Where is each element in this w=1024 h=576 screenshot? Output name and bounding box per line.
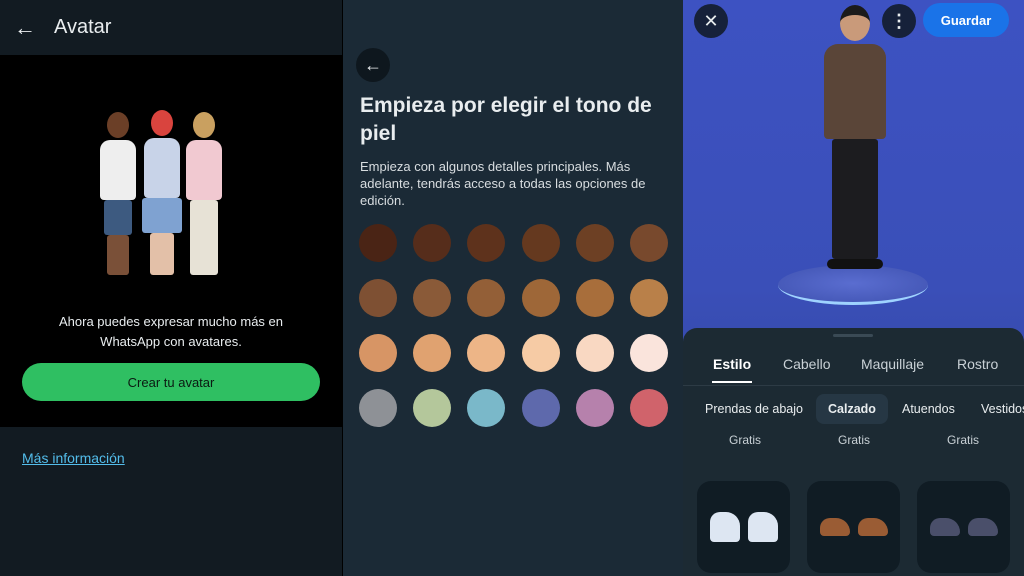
tab-maquillaje[interactable]: Maquillaje	[861, 356, 924, 372]
more-vertical-icon[interactable]: ⋮	[882, 4, 916, 38]
header: ← Avatar	[0, 0, 342, 55]
close-icon[interactable]: ✕	[694, 4, 728, 38]
skin-tone-swatch[interactable]	[467, 334, 506, 372]
skin-tone-swatch[interactable]	[359, 334, 397, 372]
socks-sandals-icon	[747, 512, 778, 542]
skin-tone-grid	[359, 224, 668, 427]
skin-tone-swatch[interactable]	[413, 224, 452, 262]
skin-tone-swatch[interactable]	[359, 224, 397, 262]
page-title: Empieza por elegir el tono de piel	[360, 94, 652, 145]
save-button[interactable]: Guardar	[923, 3, 1009, 37]
editor-sheet: Estilo Cabello Maquillaje Rostro Prendas…	[683, 328, 1024, 576]
skin-tone-swatch[interactable]	[629, 279, 668, 317]
item-card[interactable]	[697, 481, 790, 573]
sneakers-icon	[929, 518, 960, 536]
skin-tone-swatch[interactable]	[575, 389, 614, 427]
subtitle: Empieza con algunos detalles principales…	[360, 159, 646, 208]
brown-shoes-icon	[857, 518, 888, 536]
skin-tone-swatch[interactable]	[521, 224, 560, 262]
skin-tone-swatch[interactable]	[413, 389, 452, 427]
skin-tone-swatch[interactable]	[575, 224, 614, 262]
intro-message: Ahora puedes expresar mucho más en Whats…	[58, 314, 283, 349]
price-label: Gratis	[946, 433, 979, 447]
skin-tone-swatch[interactable]	[575, 279, 614, 317]
create-avatar-button[interactable]: Crear tu avatar	[22, 363, 320, 401]
skin-tone-swatch[interactable]	[629, 389, 668, 427]
avatar-intro-screen: ← Avatar Ahora puedes expresar mucho más…	[0, 0, 342, 576]
skin-tone-swatch[interactable]	[359, 279, 397, 317]
skin-tone-swatch[interactable]	[467, 279, 506, 317]
skin-tone-swatch[interactable]	[359, 389, 397, 427]
more-info-link[interactable]: Más información	[22, 450, 125, 466]
skin-tone-swatch[interactable]	[629, 334, 668, 372]
category-atuendos[interactable]: Atuendos	[890, 394, 967, 424]
skin-tone-swatch[interactable]	[413, 334, 452, 372]
avatar-figure	[186, 112, 222, 275]
page-title: Avatar	[54, 16, 112, 38]
skin-tone-swatch[interactable]	[521, 389, 560, 427]
socks-sandals-icon	[709, 512, 740, 542]
skin-tone-swatch[interactable]	[467, 389, 506, 427]
sneakers-icon	[967, 518, 998, 536]
skin-tone-swatch[interactable]	[575, 334, 614, 372]
category-prendas-de-abajo[interactable]: Prendas de abajo	[693, 394, 815, 424]
avatar-figure	[142, 110, 182, 275]
tab-rostro[interactable]: Rostro	[957, 356, 998, 372]
arrow-left-icon[interactable]: ←	[14, 15, 36, 41]
skin-tone-swatch[interactable]	[413, 279, 452, 317]
drag-handle[interactable]	[833, 334, 873, 337]
category-vestidos[interactable]: Vestidos	[969, 394, 1024, 424]
skin-tone-screen: ← Empieza por elegir el tono de piel Emp…	[343, 0, 683, 576]
tab-cabello[interactable]: Cabello	[783, 356, 830, 372]
skin-tone-swatch[interactable]	[467, 224, 506, 262]
price-label: Gratis	[728, 433, 761, 447]
avatar-preview	[820, 5, 890, 290]
category-calzado[interactable]: Calzado	[816, 394, 888, 424]
avatar-figure	[100, 112, 136, 275]
tab-estilo[interactable]: Estilo	[713, 356, 751, 372]
skin-tone-swatch[interactable]	[521, 279, 560, 317]
brown-shoes-icon	[819, 518, 850, 536]
price-label: Gratis	[837, 433, 870, 447]
item-card[interactable]	[807, 481, 900, 573]
editor-tabs: Estilo Cabello Maquillaje Rostro	[683, 356, 1024, 386]
avatar-editor-screen: ✕ ⋮ Guardar Estilo Cabello Maquillaje Ro…	[683, 0, 1024, 576]
skin-tone-swatch[interactable]	[629, 224, 668, 262]
skin-tone-swatch[interactable]	[521, 334, 560, 372]
item-card[interactable]	[917, 481, 1010, 573]
active-tab-indicator	[712, 381, 752, 383]
arrow-left-icon[interactable]: ←	[356, 48, 390, 82]
